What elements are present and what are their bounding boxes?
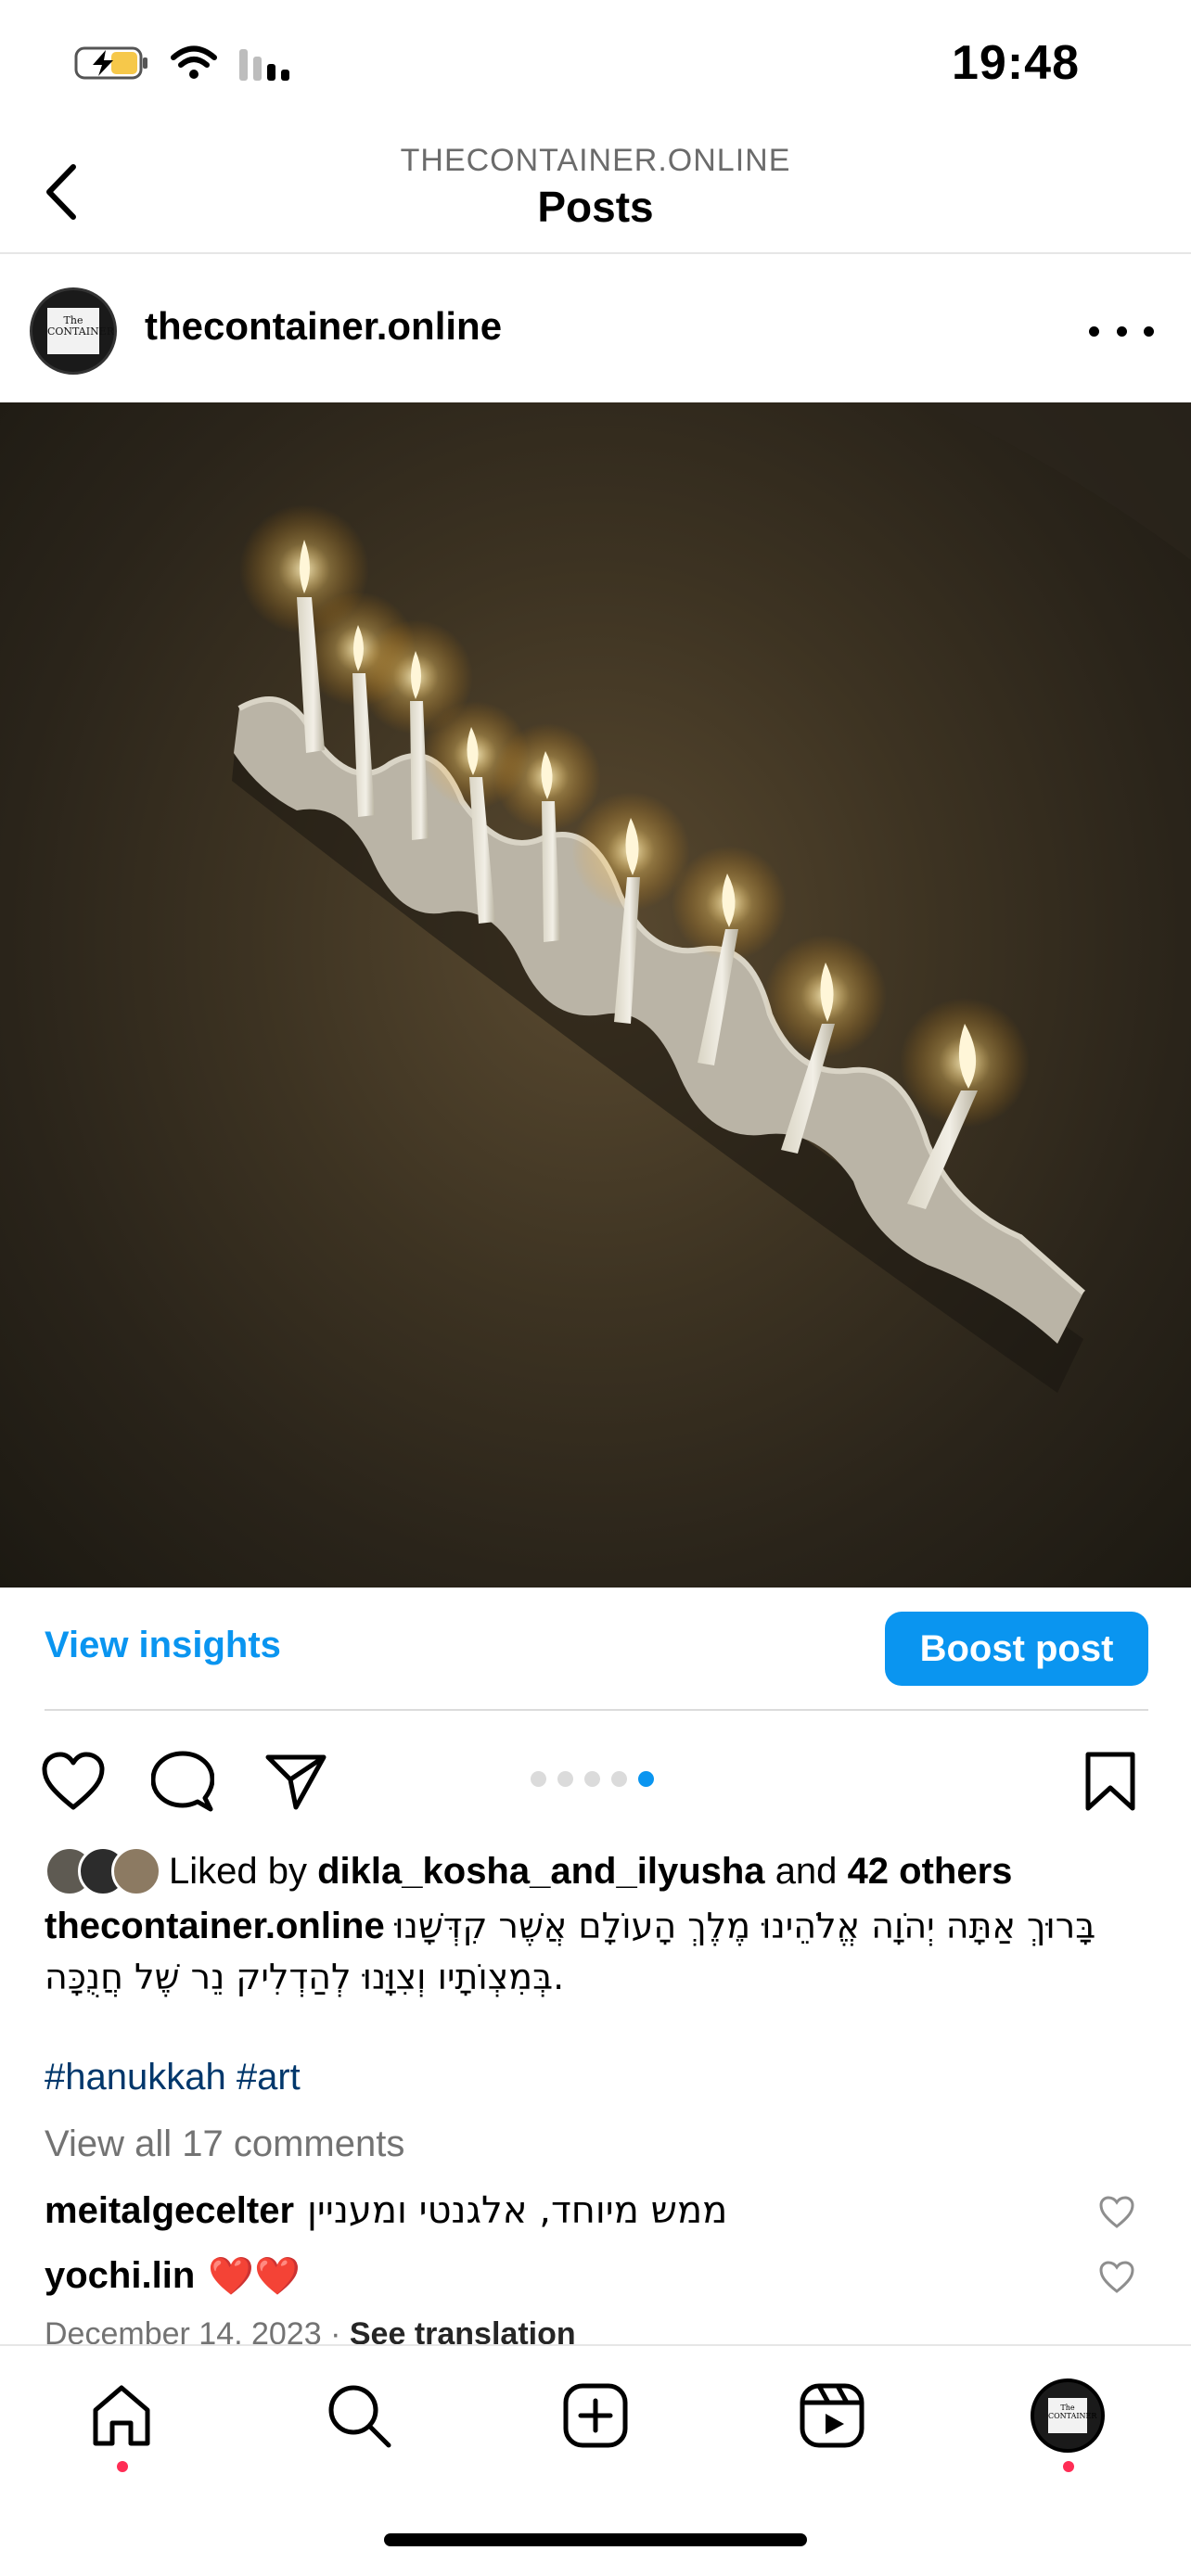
caption-author[interactable]: thecontainer.online	[45, 1906, 385, 1946]
search-icon	[328, 2385, 391, 2448]
comment-like-icon[interactable]	[1098, 2261, 1135, 2294]
likes-and: and	[775, 1850, 838, 1892]
nav-create[interactable]	[554, 2374, 637, 2457]
carousel-indicator	[531, 1771, 654, 1787]
send-icon	[265, 1754, 327, 1810]
comment-username[interactable]: yochi.lin	[45, 2255, 195, 2297]
carousel-dot	[557, 1771, 573, 1787]
home-indicator	[384, 2533, 807, 2546]
comment-icon	[151, 1751, 214, 1812]
post-image[interactable]	[0, 402, 1191, 1588]
liker-username[interactable]: dikla_kosha_and_ilyusha	[317, 1851, 764, 1892]
date-separator: ·	[330, 2316, 341, 2344]
comment-row: meitalgecelter ממש מיוחד, אלגנטי ומעניין	[45, 2185, 1148, 2237]
likes-prefix: Liked by	[169, 1850, 307, 1892]
carousel-dot	[531, 1771, 546, 1787]
liker-avatars	[45, 1846, 165, 1896]
profile-notification-dot	[1063, 2461, 1074, 2472]
comment-row: yochi.lin ❤️❤️	[45, 2250, 1148, 2302]
carousel-dot	[584, 1771, 600, 1787]
heart-icon	[42, 1752, 105, 1810]
likes-summary: Liked by dikla_kosha_and_ilyusha and 42 …	[169, 1851, 1012, 1893]
comment-text: ממש מיוחד, אלגנטי ומעניין	[307, 2189, 728, 2232]
cellular-signal-icon	[239, 49, 289, 81]
post-header: The CONTAINER thecontainer.online	[0, 256, 1191, 402]
more-dot-icon	[1116, 325, 1127, 337]
comment-username[interactable]: meitalgecelter	[45, 2190, 294, 2232]
post-caption: thecontainer.online בָּרוּךְ אַתָּה יְהֹ…	[45, 1901, 1148, 2003]
page-title: Posts	[537, 183, 654, 231]
wifi-icon	[171, 45, 217, 79]
divider	[45, 1709, 1148, 1711]
menorah-illustration	[232, 402, 1191, 1393]
more-options-button[interactable]	[1089, 308, 1154, 354]
author-username[interactable]: thecontainer.online	[145, 304, 502, 349]
comment-button[interactable]	[148, 1747, 217, 1816]
reels-icon	[800, 2383, 864, 2448]
more-dot-icon	[1144, 325, 1154, 337]
view-all-comments-link[interactable]: View all 17 comments	[45, 2123, 404, 2165]
status-bar: 19:48	[0, 0, 1191, 130]
nav-reels[interactable]	[790, 2374, 874, 2457]
liker-avatar	[111, 1846, 161, 1896]
more-dot-icon	[1089, 325, 1099, 337]
nav-profile[interactable]: The CONTAINER	[1026, 2374, 1109, 2457]
like-button[interactable]	[39, 1747, 108, 1816]
view-insights-link[interactable]: View insights	[45, 1625, 281, 1666]
nav-search[interactable]	[317, 2374, 401, 2457]
header-subtitle: THECONTAINER.ONLINE	[400, 143, 791, 178]
save-button[interactable]	[1076, 1747, 1145, 1816]
comment-like-icon[interactable]	[1098, 2196, 1135, 2229]
share-button[interactable]	[262, 1747, 330, 1816]
profile-avatar-logo: The CONTAINER	[1048, 2398, 1096, 2433]
post-date: December 14, 2023	[45, 2316, 322, 2344]
likes-others-count[interactable]: 42 others	[848, 1851, 1013, 1892]
carousel-dot-active	[638, 1771, 654, 1787]
battery-charging-icon	[74, 46, 147, 80]
see-translation-link[interactable]: See translation	[350, 2316, 576, 2344]
avatar-logo: The CONTAINER	[47, 308, 114, 354]
post-date-row: December 14, 2023 · See translation	[45, 2316, 576, 2344]
author-avatar[interactable]: The CONTAINER	[30, 287, 117, 375]
comment-text: ❤️❤️	[208, 2255, 301, 2297]
hashtags[interactable]: #hanukkah #art	[45, 2057, 301, 2098]
create-icon	[563, 2383, 628, 2448]
profile-avatar: The CONTAINER	[1031, 2378, 1105, 2453]
post-actions	[0, 1734, 1191, 1827]
header: THECONTAINER.ONLINE Posts	[0, 130, 1191, 254]
status-time: 19:48	[952, 36, 1080, 90]
nav-home[interactable]	[80, 2374, 163, 2457]
boost-post-button[interactable]: Boost post	[885, 1612, 1148, 1686]
home-icon	[93, 2385, 150, 2446]
likes-row[interactable]: Liked by dikla_kosha_and_ilyusha and 42 …	[45, 1845, 1012, 1897]
carousel-dot	[611, 1771, 627, 1787]
insights-row: View insights Boost post	[0, 1588, 1191, 1712]
home-notification-dot	[117, 2461, 128, 2472]
bookmark-icon	[1085, 1752, 1135, 1811]
status-icons	[74, 45, 293, 82]
